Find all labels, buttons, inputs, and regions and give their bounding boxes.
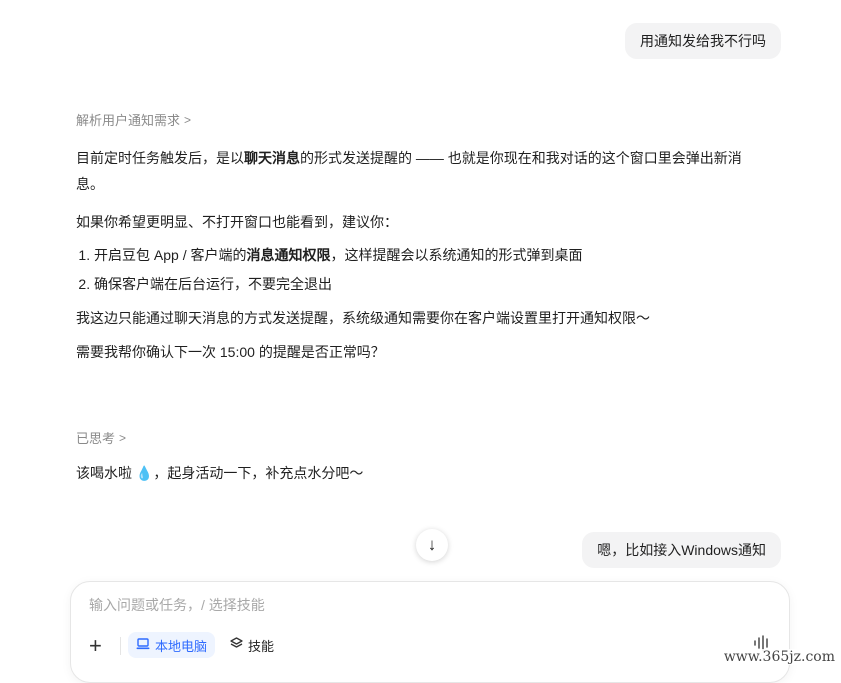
answer-paragraph: 如果你希望更明显、不打开窗口也能看到，建议你： — [76, 214, 398, 230]
user-message-text: 用通知发给我不行吗 — [640, 33, 766, 49]
assistant-answer: 目前定时任务触发后，是以聊天消息的形式发送提醒的 —— 也就是你现在和我对话的这… — [76, 145, 766, 365]
local-computer-label: 本地电脑 — [155, 638, 208, 654]
water-drop-icon: 💧 — [135, 465, 154, 481]
composer: + 本地电脑 技能 — [70, 581, 790, 683]
chevron-right-icon: > — [184, 112, 192, 127]
bold-text: 消息通知权限 — [246, 247, 331, 263]
list-item: 确保客户端在后台运行，不要完全退出 — [94, 270, 766, 299]
user-message-text: 嗯，比如接入Windows通知 — [597, 542, 766, 558]
chevron-right-icon: > — [119, 430, 127, 445]
scroll-to-bottom-button[interactable]: ↓ — [416, 529, 448, 561]
assistant-answer: 该喝水啦 💧，起身活动一下，补充点水分吧～ — [76, 460, 766, 486]
arrow-down-icon: ↓ — [427, 535, 437, 554]
thinking-toggle[interactable]: 已思考 > — [76, 428, 126, 447]
skills-label: 技能 — [248, 638, 275, 654]
answer-paragraph: 该喝水啦 💧，起身活动一下，补充点水分吧～ — [76, 465, 364, 481]
plus-icon: + — [89, 633, 102, 658]
divider — [120, 637, 121, 655]
thinking-label: 解析用户通知需求 — [76, 113, 181, 128]
user-message-bubble: 用通知发给我不行吗 — [625, 23, 781, 59]
add-attachment-button[interactable]: + — [89, 635, 102, 657]
message-input[interactable] — [87, 596, 691, 614]
local-computer-button[interactable]: 本地电脑 — [128, 632, 216, 658]
bold-text: 聊天消息 — [244, 150, 300, 166]
thinking-label: 已思考 — [76, 431, 116, 446]
answer-paragraph: 我这边只能通过聊天消息的方式发送提醒，系统级通知需要你在客户端设置里打开通知权限… — [76, 310, 650, 326]
suggestion-list: 开启豆包 App / 客户端的消息通知权限，这样提醒会以系统通知的形式弹到桌面 … — [76, 241, 766, 299]
skills-button[interactable]: 技能 — [226, 632, 278, 658]
user-message-bubble: 嗯，比如接入Windows通知 — [582, 532, 781, 568]
list-item: 开启豆包 App / 客户端的消息通知权限，这样提醒会以系统通知的形式弹到桌面 — [94, 241, 766, 270]
watermark: www.365jz.com — [723, 649, 835, 665]
laptop-icon — [136, 637, 150, 653]
layers-icon — [230, 637, 243, 653]
answer-paragraph: 目前定时任务触发后，是以聊天消息的形式发送提醒的 —— 也就是你现在和我对话的这… — [76, 150, 742, 192]
answer-paragraph: 需要我帮你确认下一次 15:00 的提醒是否正常吗？ — [76, 344, 385, 360]
thinking-toggle[interactable]: 解析用户通知需求 > — [76, 110, 191, 129]
